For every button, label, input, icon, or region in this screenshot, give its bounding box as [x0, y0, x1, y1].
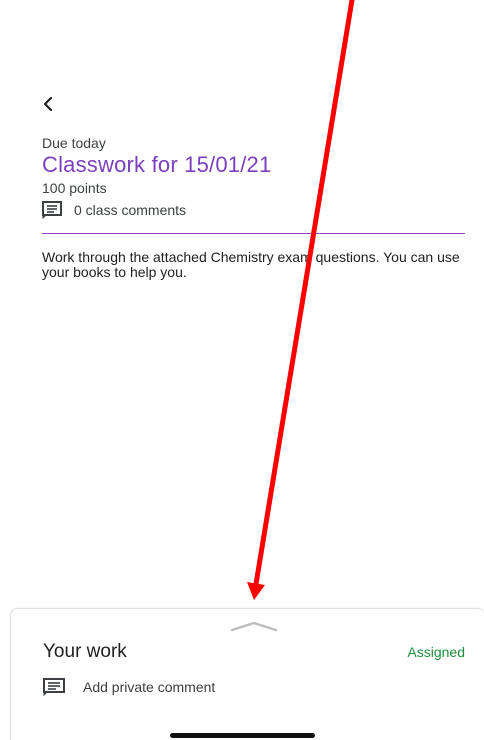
status-badge: Assigned	[407, 644, 465, 660]
divider	[42, 233, 465, 234]
back-button[interactable]	[36, 92, 60, 116]
home-indicator[interactable]	[170, 733, 315, 738]
assignment-description: Work through the attached Chemistry exam…	[42, 249, 460, 280]
chevron-up-icon	[230, 621, 278, 632]
chevron-left-icon	[43, 96, 53, 112]
due-label: Due today	[42, 135, 106, 151]
class-comments-link[interactable]: 0 class comments	[42, 200, 186, 220]
class-comments-label: 0 class comments	[74, 202, 187, 218]
comment-icon	[43, 678, 65, 696]
points-label: 100 points	[42, 180, 107, 196]
expand-handle[interactable]	[229, 619, 279, 633]
your-work-title: Your work	[43, 641, 127, 662]
add-private-comment-label: Add private comment	[83, 679, 216, 695]
add-private-comment-button[interactable]: Add private comment	[43, 677, 215, 697]
your-work-sheet: Your work Assigned Add private comment	[10, 608, 484, 740]
comment-icon	[42, 201, 62, 219]
assignment-title: Classwork for 15/01/21	[42, 152, 272, 177]
